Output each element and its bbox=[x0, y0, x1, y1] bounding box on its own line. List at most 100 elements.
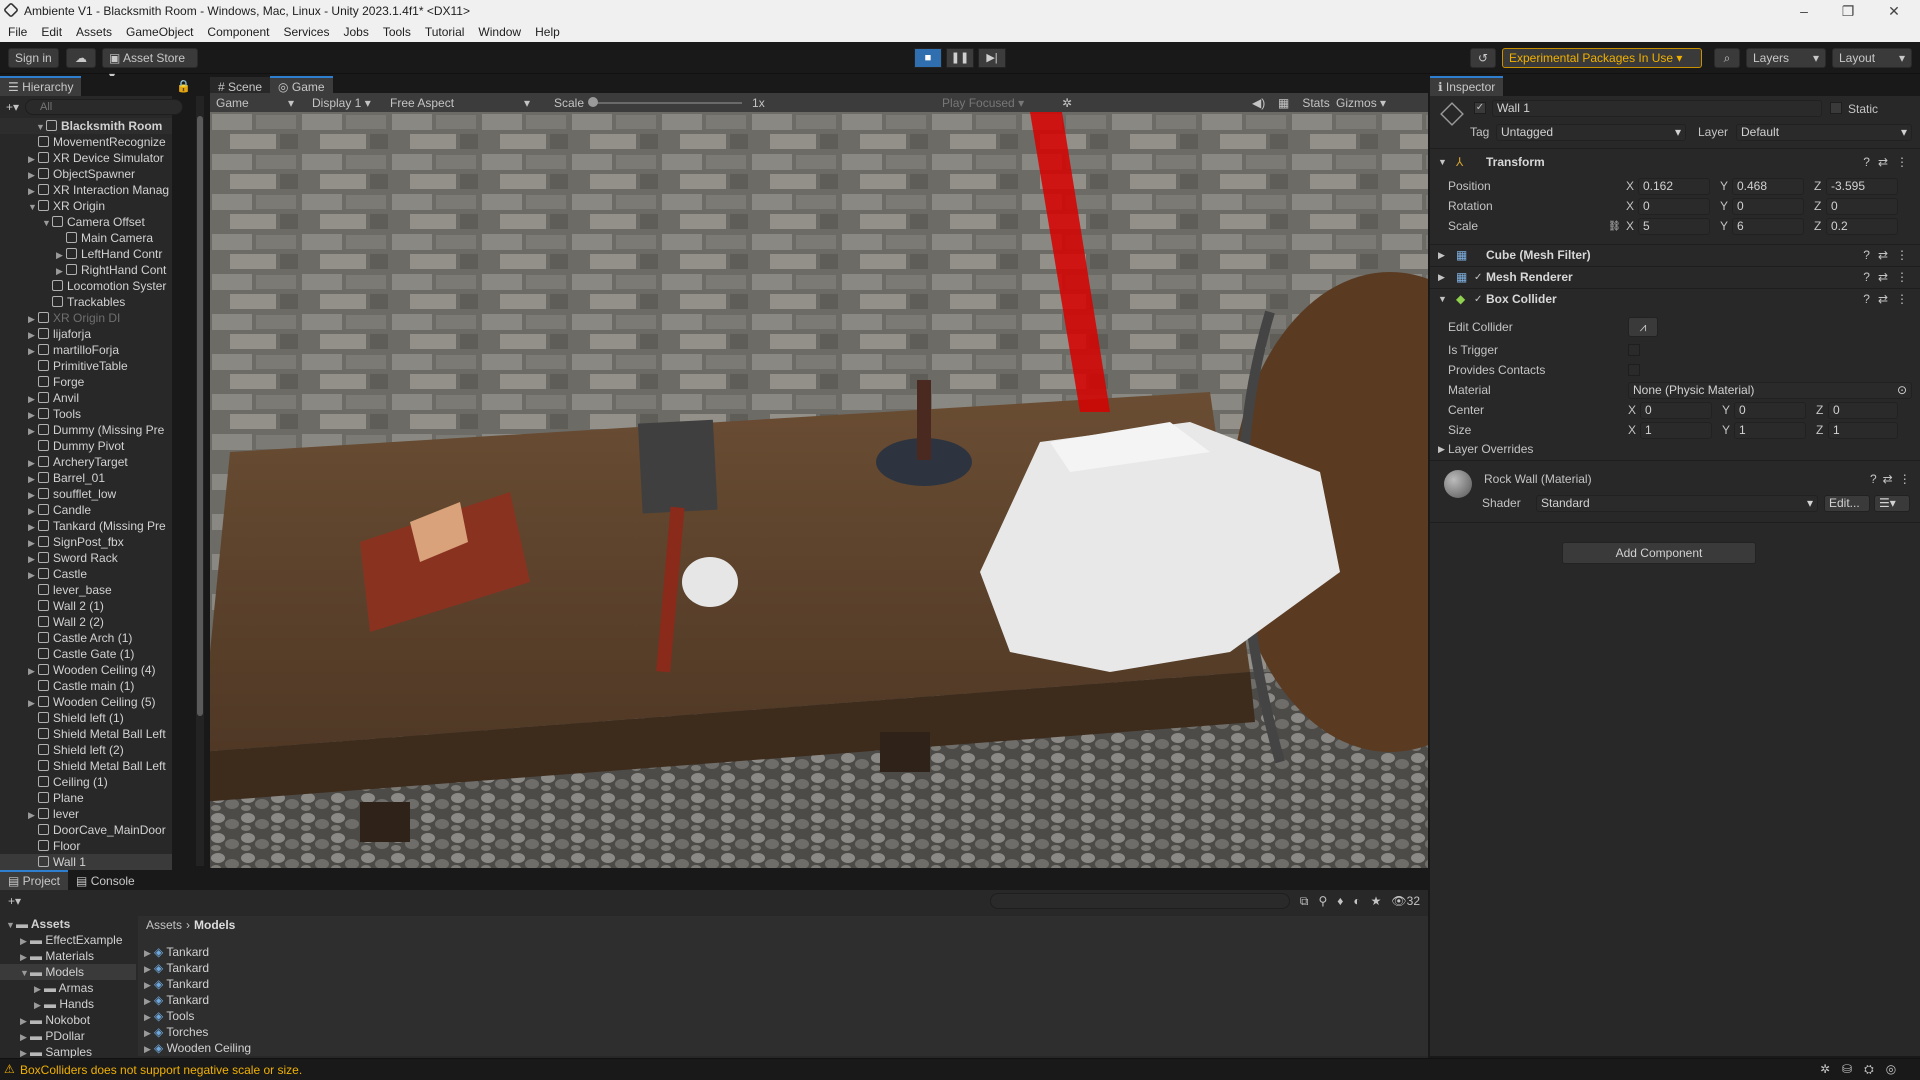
component-menu-icon[interactable]: ?⇄⋮ bbox=[1863, 292, 1916, 306]
project-folder[interactable]: ▶ ▬ Armas bbox=[0, 980, 136, 996]
add-icon[interactable]: +▾ bbox=[8, 894, 21, 908]
expand-arrow-icon[interactable]: ▶ bbox=[28, 407, 38, 422]
gizmos-dropdown[interactable]: Gizmos ▾ bbox=[1336, 96, 1386, 110]
expand-arrow-icon[interactable]: ▶ bbox=[34, 981, 44, 996]
expand-arrow-icon[interactable]: ▶ bbox=[144, 1009, 154, 1024]
play-focused-dropdown[interactable]: Play Focused ▾ bbox=[942, 96, 1062, 110]
menu-jobs[interactable]: Jobs bbox=[335, 22, 374, 39]
project-folder[interactable]: ▶ ▬ Hands bbox=[0, 996, 136, 1012]
expand-arrow-icon[interactable]: ▶ bbox=[144, 961, 154, 976]
expand-arrow-icon[interactable]: ▶ bbox=[28, 423, 38, 438]
hierarchy-item[interactable]: ▶ Tools bbox=[0, 406, 172, 422]
position-y-field[interactable]: 0.468 bbox=[1732, 177, 1804, 195]
project-file[interactable]: ▶ ◈ Tankard bbox=[138, 944, 1428, 960]
hierarchy-item[interactable]: ▶ SignPost_fbx bbox=[0, 534, 172, 550]
project-folder[interactable]: ▶ ▬ EffectExample bbox=[0, 932, 136, 948]
expand-arrow-icon[interactable]: ▶ bbox=[144, 977, 154, 992]
expand-arrow-icon[interactable]: ▶ bbox=[28, 535, 38, 550]
audio-icon[interactable]: ◀) bbox=[1252, 96, 1278, 110]
lock-icon[interactable]: 🔒 bbox=[176, 79, 191, 93]
shader-options-icon[interactable]: ☰▾ bbox=[1874, 495, 1910, 512]
bug-icon[interactable]: ✲ bbox=[1062, 96, 1252, 110]
hierarchy-item[interactable]: Shield left (1) bbox=[0, 710, 172, 726]
rotation-z-field[interactable]: 0 bbox=[1826, 197, 1898, 215]
edit-collider-button[interactable]: ⩘ bbox=[1628, 317, 1658, 337]
expand-arrow-icon[interactable]: ▶ bbox=[28, 695, 38, 710]
play-stop-button[interactable]: ■ bbox=[914, 48, 942, 68]
hierarchy-item[interactable]: ▶ soufflet_low bbox=[0, 486, 172, 502]
static-checkbox[interactable] bbox=[1830, 102, 1842, 114]
search-icon[interactable]: ⌕ bbox=[1714, 48, 1740, 68]
expand-arrow-icon[interactable]: ▶ bbox=[28, 327, 38, 342]
menu-tools[interactable]: Tools bbox=[375, 22, 417, 39]
component-menu-icon[interactable]: ?⇄⋮ bbox=[1863, 248, 1916, 262]
hierarchy-item[interactable]: ▶ Barrel_01 bbox=[0, 470, 172, 486]
game-view-render[interactable] bbox=[210, 112, 1428, 868]
size-x-field[interactable]: 1 bbox=[1640, 421, 1712, 439]
expand-arrow-icon[interactable]: ▶ bbox=[28, 567, 38, 582]
hierarchy-item[interactable]: ▶ XR Interaction Manag bbox=[0, 182, 172, 198]
menu-component[interactable]: Component bbox=[199, 22, 275, 39]
maximize-icon[interactable]: ❐ bbox=[1826, 2, 1870, 20]
position-z-field[interactable]: -3.595 bbox=[1826, 177, 1898, 195]
rotation-y-field[interactable]: 0 bbox=[1732, 197, 1804, 215]
mesh-renderer-checkbox[interactable]: ✓ bbox=[1474, 272, 1486, 283]
rotation-x-field[interactable]: 0 bbox=[1638, 197, 1710, 215]
display-dropdown[interactable]: Display 1 ▾ bbox=[300, 96, 380, 110]
scale-y-field[interactable]: 6 bbox=[1732, 217, 1804, 235]
tab-inspector[interactable]: ℹ Inspector bbox=[1430, 76, 1504, 96]
transform-header[interactable]: ▼ ⅄ Transform ?⇄⋮ bbox=[1438, 154, 1916, 170]
hierarchy-item[interactable]: Castle Arch (1) bbox=[0, 630, 172, 646]
cloud-icon[interactable]: ☁ bbox=[66, 48, 96, 68]
scale-slider[interactable] bbox=[588, 96, 743, 107]
project-folder[interactable]: ▶ ▬ PDollar bbox=[0, 1028, 136, 1044]
hierarchy-item[interactable]: ▶ Sword Rack bbox=[0, 550, 172, 566]
hierarchy-item[interactable]: DoorCave_MainDoor bbox=[0, 822, 172, 838]
menu-edit[interactable]: Edit bbox=[33, 22, 68, 39]
hierarchy-item[interactable]: Shield Metal Ball Left bbox=[0, 758, 172, 774]
expand-arrow-icon[interactable]: ▼ bbox=[28, 199, 38, 214]
tag-dropdown[interactable]: Untagged ▾ bbox=[1496, 124, 1686, 141]
sign-in-button[interactable]: Sign in bbox=[8, 48, 59, 68]
game-dropdown[interactable]: Game ▾ bbox=[210, 96, 300, 110]
expand-arrow-icon[interactable]: ▶ bbox=[144, 1041, 154, 1056]
hierarchy-item[interactable]: ▼ XR Origin bbox=[0, 198, 172, 214]
expand-arrow-icon[interactable]: ▼ bbox=[42, 215, 52, 230]
expand-arrow-icon[interactable]: ▶ bbox=[28, 503, 38, 518]
menu-services[interactable]: Services bbox=[275, 22, 335, 39]
expand-arrow-icon[interactable]: ▶ bbox=[28, 471, 38, 486]
expand-arrow-icon[interactable]: ▶ bbox=[28, 519, 38, 534]
object-name-field[interactable]: Wall 1 bbox=[1492, 100, 1822, 117]
hierarchy-item[interactable]: ▶ Candle bbox=[0, 502, 172, 518]
scrollbar-thumb[interactable] bbox=[197, 116, 203, 716]
hierarchy-item[interactable]: ▶ martilloForja bbox=[0, 342, 172, 358]
active-checkbox[interactable]: ✓ bbox=[1474, 102, 1486, 114]
menu-gameobject[interactable]: GameObject bbox=[118, 22, 199, 39]
layer-dropdown[interactable]: Default ▾ bbox=[1736, 124, 1912, 141]
menu-assets[interactable]: Assets bbox=[68, 22, 118, 39]
hierarchy-item[interactable]: Shield Metal Ball Left bbox=[0, 726, 172, 742]
expand-arrow-icon[interactable]: ▶ bbox=[20, 1029, 30, 1044]
center-z-field[interactable]: 0 bbox=[1828, 401, 1898, 419]
breadcrumb-assets[interactable]: Assets bbox=[146, 918, 182, 932]
expand-arrow-icon[interactable]: ▶ bbox=[20, 1013, 30, 1028]
menu-window[interactable]: Window bbox=[470, 22, 527, 39]
project-folder[interactable]: ▼▬ Models bbox=[0, 964, 136, 980]
scale-x-field[interactable]: 5 bbox=[1638, 217, 1710, 235]
project-file[interactable]: ▶ ◈ Wooden Ceiling bbox=[138, 1040, 1428, 1056]
tab-hierarchy[interactable]: ☰ Hierarchy bbox=[0, 76, 82, 96]
hierarchy-item[interactable]: ▶ Tankard (Missing Pre bbox=[0, 518, 172, 534]
hierarchy-item[interactable]: Trackables bbox=[0, 294, 172, 310]
expand-arrow-icon[interactable]: ▶ bbox=[144, 1025, 154, 1040]
hierarchy-item[interactable]: Ceiling (1) bbox=[0, 774, 172, 790]
box-collider-checkbox[interactable]: ✓ bbox=[1474, 294, 1486, 305]
component-menu-icon[interactable]: ?⇄⋮ bbox=[1863, 270, 1916, 284]
menu-tutorial[interactable]: Tutorial bbox=[417, 22, 471, 39]
position-x-field[interactable]: 0.162 bbox=[1638, 177, 1710, 195]
hierarchy-item[interactable]: ▶ ObjectSpawner bbox=[0, 166, 172, 182]
tab-console[interactable]: ▤ Console bbox=[68, 871, 143, 891]
expand-arrow-icon[interactable]: ▼ bbox=[20, 965, 30, 980]
hierarchy-item[interactable]: MovementRecognize bbox=[0, 134, 172, 150]
expand-arrow-icon[interactable]: ▶ bbox=[28, 487, 38, 502]
project-folder[interactable]: ▼▬ Assets bbox=[0, 916, 136, 932]
